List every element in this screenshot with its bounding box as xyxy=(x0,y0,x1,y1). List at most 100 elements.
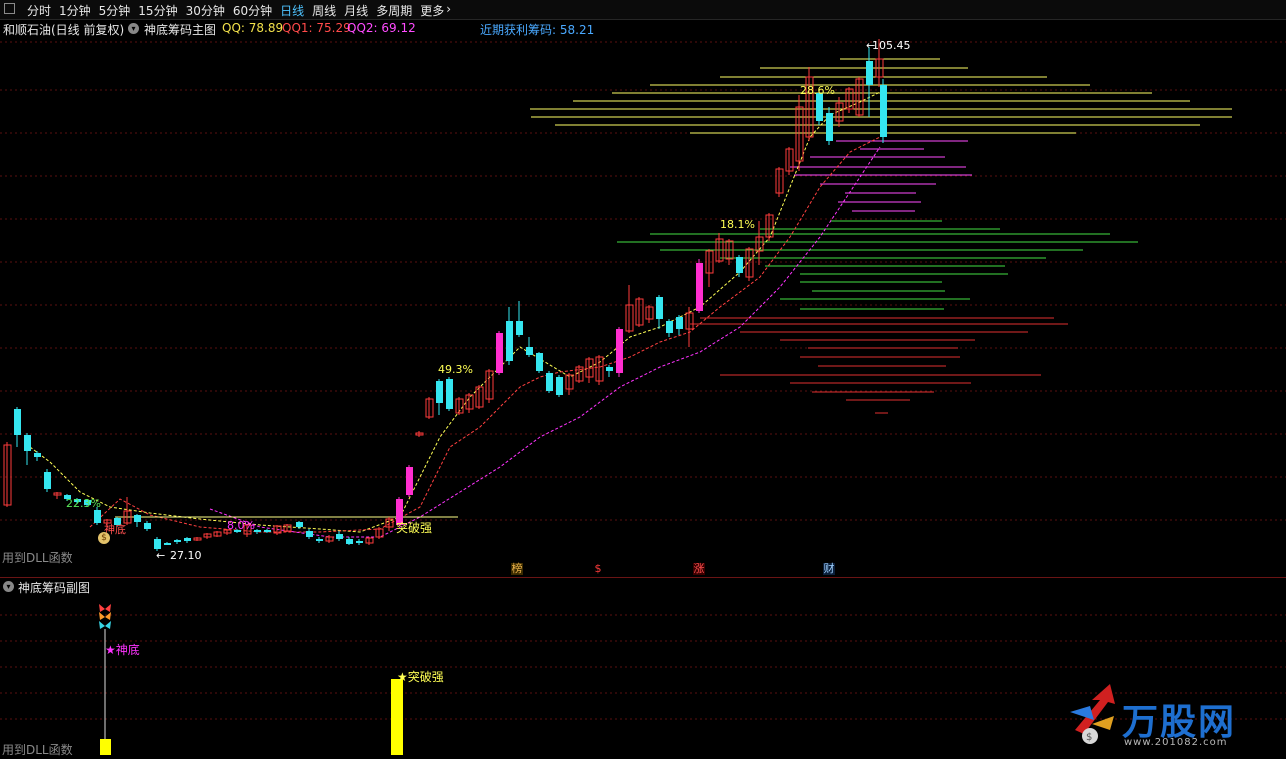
main-chart-canvas xyxy=(0,39,1286,551)
candle xyxy=(475,385,484,409)
indicator-info-bar: 和顺石油(日线 前复权) ▾ 神底筹码主图 QQ: 78.89 QQ1: 75.… xyxy=(0,19,1286,37)
candle xyxy=(385,517,394,531)
candle xyxy=(203,533,212,539)
tab-0[interactable]: 分时 xyxy=(27,2,51,19)
candle xyxy=(465,393,474,413)
breakout-sub-label: ★突破强 xyxy=(397,670,444,684)
pct-label-4: 18.1% xyxy=(720,218,755,231)
breakout-label: 突破强 xyxy=(396,521,433,535)
candle xyxy=(606,365,613,377)
tab-4[interactable]: 30分钟 xyxy=(186,2,225,19)
candle xyxy=(880,79,887,143)
candle xyxy=(356,539,363,545)
candle xyxy=(696,259,703,313)
more-arrow-icon[interactable]: › xyxy=(446,2,451,19)
candle xyxy=(725,239,734,265)
candle xyxy=(406,465,413,497)
sub-chart[interactable]: $ ★神底 ★突破强 用到DLL函数 万股网 www.201082.com xyxy=(0,595,1286,759)
candle xyxy=(765,213,774,241)
watermark-site: www.201082.com xyxy=(1124,737,1228,748)
high-price-label: 105.45 xyxy=(872,39,911,52)
candle xyxy=(485,369,494,403)
candle xyxy=(3,442,12,507)
tab-2[interactable]: 5分钟 xyxy=(99,2,131,19)
period-tabs: 分时 1分钟 5分钟 15分钟 30分钟 60分钟 日线 周线 月线 多周期 更多 › xyxy=(27,2,459,19)
event-marker-finance[interactable]: 财 xyxy=(823,563,835,575)
candle xyxy=(436,379,443,415)
candle xyxy=(24,433,31,465)
candle xyxy=(616,327,623,377)
low-price-label: 27.10 xyxy=(170,549,202,562)
candle xyxy=(365,537,374,545)
candle xyxy=(775,167,784,197)
tab-9[interactable]: 多周期 xyxy=(376,2,412,19)
pct-label-3: 49.3% xyxy=(438,363,473,376)
candle xyxy=(336,531,343,541)
candle xyxy=(826,107,833,145)
tab-10[interactable]: 更多 xyxy=(420,2,444,19)
candle xyxy=(496,331,503,375)
low-arrow: ← xyxy=(156,549,166,562)
candle xyxy=(193,537,202,541)
candle xyxy=(705,249,714,287)
sub-chart-canvas: $ xyxy=(0,604,1286,755)
candle xyxy=(556,375,563,397)
tab-8[interactable]: 月线 xyxy=(344,2,368,19)
candle xyxy=(595,355,604,385)
event-marker-rank[interactable]: 榜 xyxy=(511,563,523,575)
candle xyxy=(174,539,181,544)
window-icon[interactable] xyxy=(4,3,15,14)
candle xyxy=(645,305,654,323)
candle xyxy=(635,297,644,327)
candle xyxy=(213,531,222,537)
candle xyxy=(375,527,384,539)
indicator-name[interactable]: 神底筹码主图 xyxy=(144,21,216,38)
candle xyxy=(536,352,543,373)
candle xyxy=(845,87,854,113)
candle xyxy=(346,537,353,545)
candle xyxy=(625,285,634,333)
candle xyxy=(34,451,41,461)
candle xyxy=(506,307,513,365)
pct-label-5: 28.6% xyxy=(800,84,835,97)
pct-label-1: 22.3% xyxy=(66,497,101,510)
candle xyxy=(685,307,694,347)
tab-3[interactable]: 15分钟 xyxy=(138,2,177,19)
tab-7[interactable]: 周线 xyxy=(312,2,336,19)
qq-value: QQ: 78.89 xyxy=(222,21,284,35)
svg-text:$: $ xyxy=(1086,732,1092,743)
candle xyxy=(296,521,303,529)
stock-title[interactable]: 和顺石油(日线 前复权) xyxy=(3,21,124,38)
butterfly-icon xyxy=(99,604,111,629)
candle xyxy=(283,524,292,532)
main-chart[interactable]: 105.45 ← 27.10 ← 22.3% 8.0% 49.3% 18.1% … xyxy=(0,37,1286,577)
candle xyxy=(676,315,683,335)
recent-profit-chips: 近期获利筹码: 58.21 xyxy=(480,23,595,37)
tab-6[interactable]: 日线 xyxy=(280,2,304,19)
candle xyxy=(785,147,794,175)
candle xyxy=(273,525,282,535)
candle xyxy=(455,397,464,415)
candle xyxy=(656,295,663,329)
candle xyxy=(425,397,434,419)
candle xyxy=(184,537,191,543)
chevron-down-icon[interactable]: ▾ xyxy=(3,581,14,592)
candle xyxy=(805,67,814,141)
tab-5[interactable]: 60分钟 xyxy=(233,2,272,19)
candle xyxy=(44,469,51,492)
candle xyxy=(666,319,673,337)
candle xyxy=(585,357,594,383)
money-bag-icon[interactable]: $ xyxy=(98,532,110,544)
tab-1[interactable]: 1分钟 xyxy=(59,2,91,19)
dll-text-main: 用到DLL函数 xyxy=(2,551,73,565)
candle xyxy=(316,537,323,543)
candle xyxy=(254,529,261,534)
event-marker-dollar[interactable]: $ xyxy=(592,563,604,575)
candle xyxy=(144,521,151,531)
sub-chart-header: ▾ 神底筹码副图 xyxy=(0,578,1286,595)
candle xyxy=(546,371,553,393)
event-marker-rise[interactable]: 涨 xyxy=(693,563,705,575)
chevron-down-icon[interactable]: ▾ xyxy=(128,23,139,34)
sub-chart-title[interactable]: 神底筹码副图 xyxy=(18,579,90,596)
candle xyxy=(866,47,873,117)
